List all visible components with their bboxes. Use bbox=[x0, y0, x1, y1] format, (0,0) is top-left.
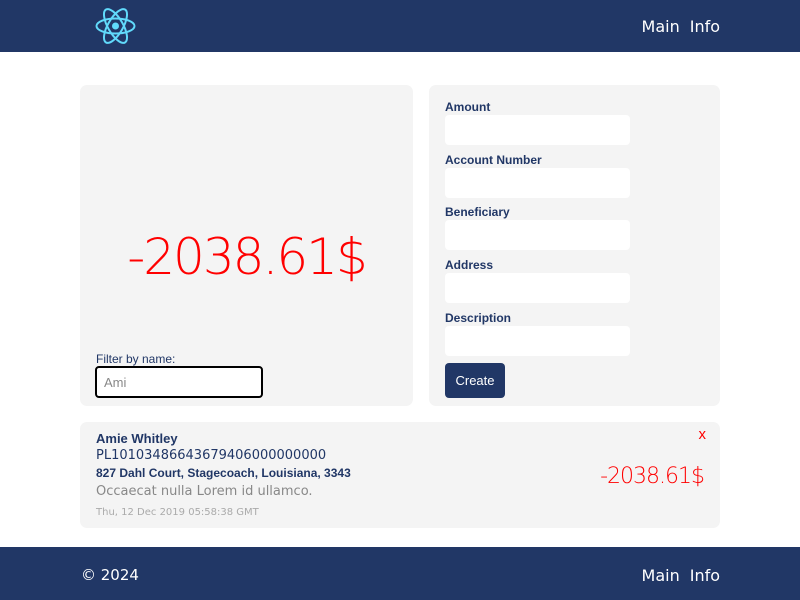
filter-name-input[interactable] bbox=[95, 366, 263, 398]
transaction-beneficiary: Amie Whitley bbox=[96, 431, 178, 446]
beneficiary-field[interactable] bbox=[445, 220, 630, 250]
react-atom-icon[interactable] bbox=[94, 5, 137, 47]
delete-transaction-button[interactable]: x bbox=[699, 426, 707, 443]
nav-link-info[interactable]: Info bbox=[690, 17, 720, 36]
footer-nav: Main Info bbox=[642, 566, 720, 585]
balance-total: -2038.61$ bbox=[127, 228, 368, 286]
transaction-address: 827 Dahl Court, Stagecoach, Louisiana, 3… bbox=[96, 466, 351, 480]
copyright-text: © 2024 bbox=[81, 566, 139, 584]
footer-link-main[interactable]: Main bbox=[642, 566, 680, 585]
app-header: Main Info bbox=[0, 0, 800, 52]
create-button[interactable]: Create bbox=[445, 363, 505, 398]
description-field[interactable] bbox=[445, 326, 630, 356]
address-field[interactable] bbox=[445, 273, 630, 303]
description-label: Description bbox=[445, 311, 512, 325]
header-nav: Main Info bbox=[642, 17, 720, 36]
amount-label: Amount bbox=[445, 100, 491, 114]
app-footer: © 2024 Main Info bbox=[0, 547, 800, 600]
transaction-item: Amie Whitley PL1010348664367940600000000… bbox=[80, 422, 720, 528]
account-number-label: Account Number bbox=[445, 153, 542, 167]
beneficiary-label: Beneficiary bbox=[445, 205, 510, 219]
transaction-amount: -2038.61$ bbox=[600, 464, 705, 489]
transaction-description: Occaecat nulla Lorem id ullamco. bbox=[96, 484, 313, 499]
nav-link-main[interactable]: Main bbox=[642, 17, 680, 36]
account-number-field[interactable] bbox=[445, 168, 630, 198]
amount-field[interactable] bbox=[445, 115, 630, 145]
transaction-account-number: PL10103486643679406000000000 bbox=[96, 448, 327, 463]
balance-panel: -2038.61$ Filter by name: bbox=[80, 85, 413, 406]
footer-link-info[interactable]: Info bbox=[690, 566, 720, 585]
address-label: Address bbox=[445, 258, 494, 272]
transfer-form: Amount Account Number Beneficiary Addres… bbox=[429, 85, 720, 406]
filter-label: Filter by name: bbox=[96, 352, 176, 366]
transaction-date: Thu, 12 Dec 2019 05:58:38 GMT bbox=[96, 507, 259, 518]
